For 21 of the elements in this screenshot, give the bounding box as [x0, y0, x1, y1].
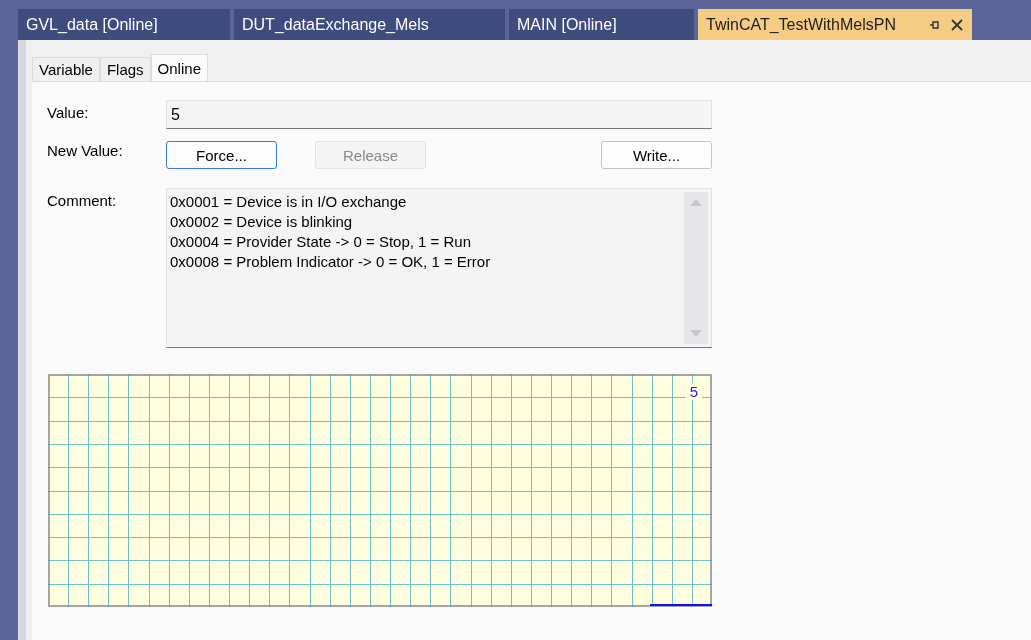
document-tab[interactable]: GVL_data [Online]	[18, 9, 230, 40]
scroll-down-icon[interactable]	[690, 330, 702, 337]
action-button[interactable]: Write...	[601, 141, 712, 169]
close-icon[interactable]	[950, 17, 964, 32]
scrollbar[interactable]	[684, 192, 708, 344]
comment-text: 0x0001 = Device is in I/O exchange 0x0002 = Device is blinking 0x0004 = Provider State -> 0 = Stop, 1 = Run 0x0008 = Problem Indicator -> 0 = OK, 1 = Error	[169, 192, 492, 272]
field-label: Value:	[47, 103, 90, 121]
tab[interactable]: Flags	[99, 57, 151, 81]
document-tab[interactable]: DUT_dataExchange_Mels	[234, 9, 505, 40]
value-field[interactable]: 5	[166, 100, 712, 129]
document-tab[interactable]: MAIN [Online]	[509, 9, 694, 40]
action-button[interactable]: Force...	[166, 141, 277, 169]
document-tab[interactable]: TwinCAT_TestWithMelsPN	[698, 9, 972, 40]
trend-line	[649, 604, 712, 606]
pin-icon[interactable]	[928, 18, 940, 31]
tab[interactable]: Variable	[32, 57, 100, 81]
tab[interactable]: Online	[150, 54, 208, 81]
comment-field[interactable]: 0x0001 = Device is in I/O exchange 0x0002 = Device is blinking 0x0004 = Provider State -> 0 = Stop, 1 = Run 0x0008 = Problem Indicator -> 0 = OK, 1 = Error	[166, 188, 712, 348]
scroll-up-icon[interactable]	[690, 199, 702, 206]
field-label: Comment:	[47, 191, 118, 209]
field-label: New Value:	[47, 141, 124, 159]
